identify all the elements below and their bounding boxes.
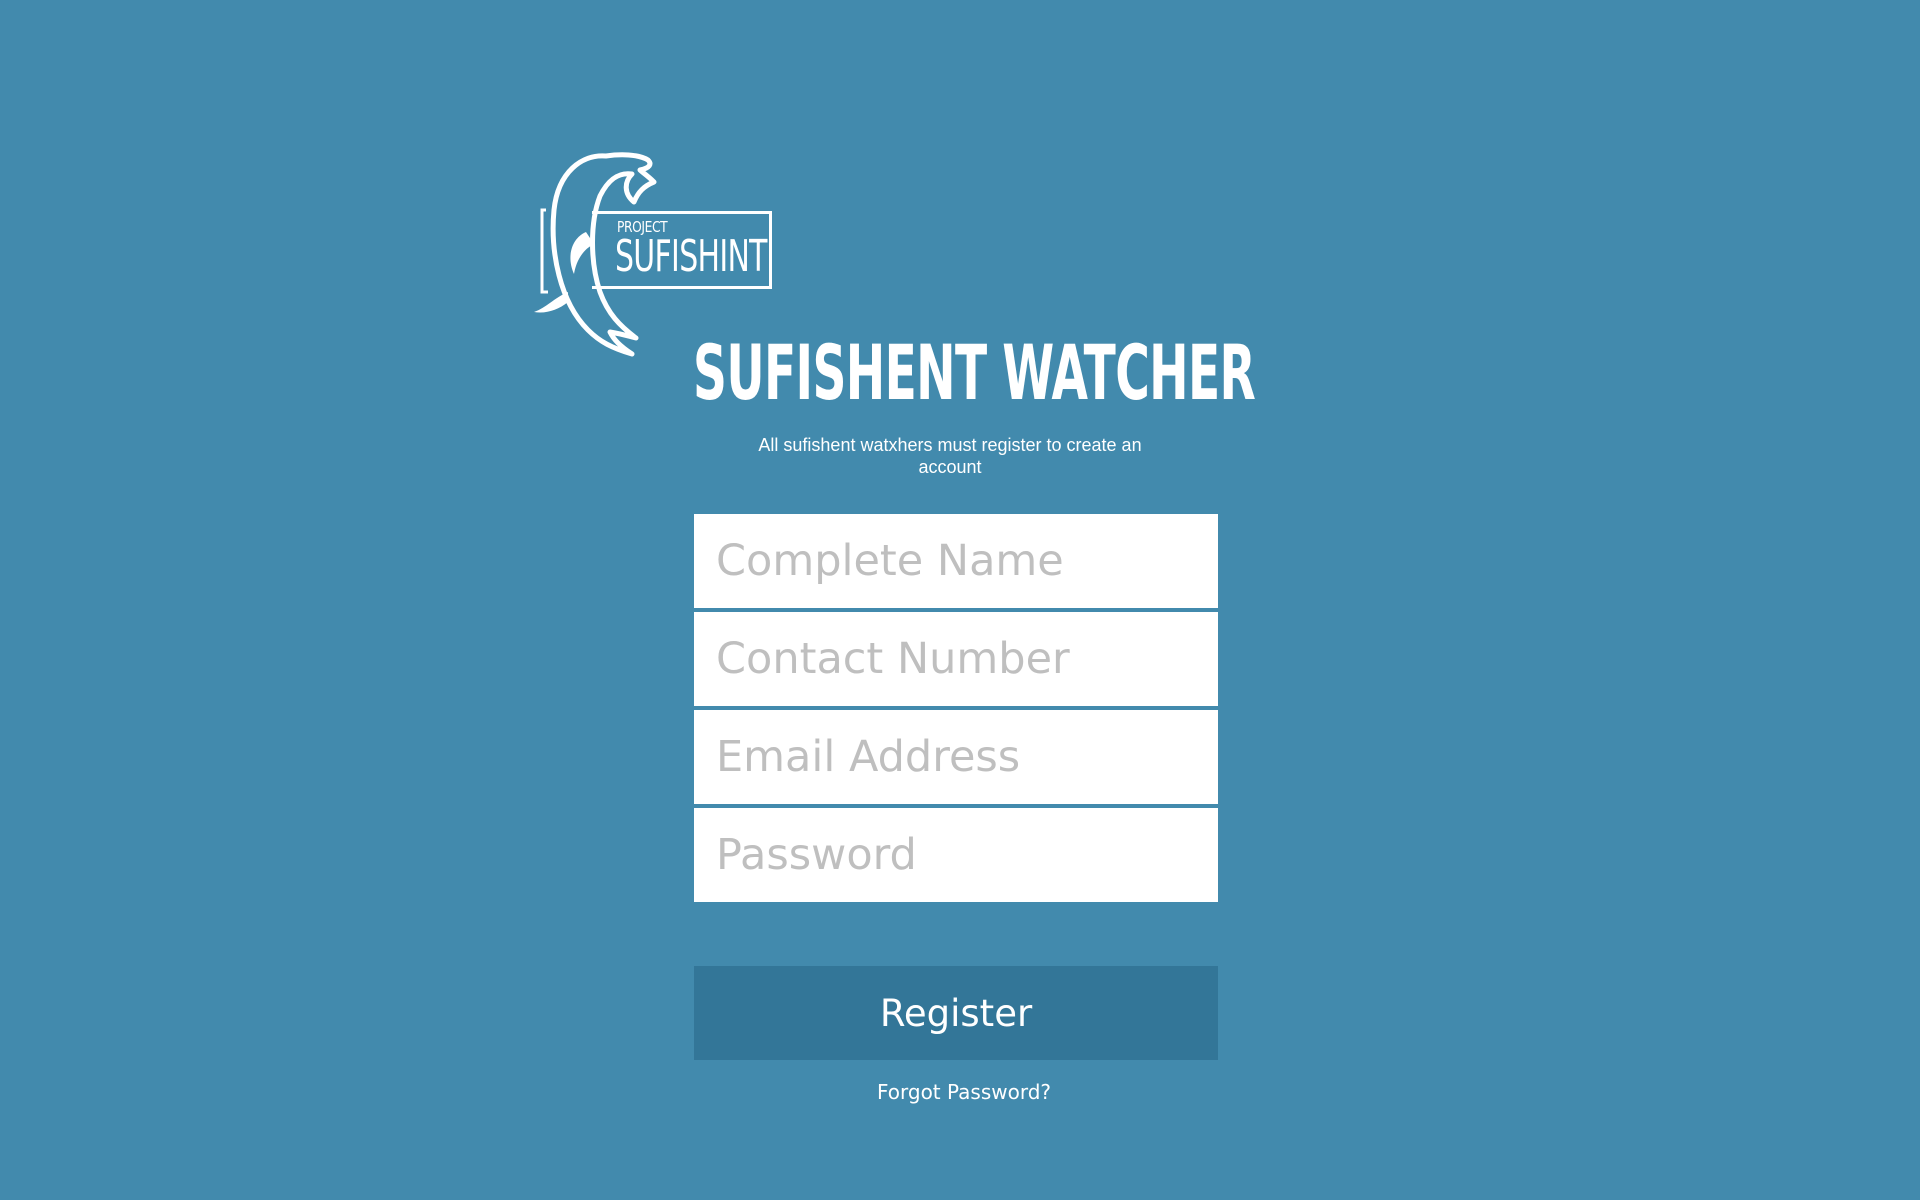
email-address-input[interactable] bbox=[694, 710, 1218, 804]
register-button[interactable]: Register bbox=[694, 966, 1218, 1060]
logo-brand-text: SUFISHINT bbox=[615, 231, 767, 282]
password-input[interactable] bbox=[694, 808, 1218, 902]
contact-number-input[interactable] bbox=[694, 612, 1218, 706]
register-form bbox=[694, 514, 1218, 906]
page-title: SUFISHENT WATCHER bbox=[693, 328, 1256, 417]
page-subtitle: All sufishent watxhers must register to … bbox=[758, 435, 1142, 477]
forgot-password-link[interactable]: Forgot Password? bbox=[694, 1080, 1234, 1104]
complete-name-input[interactable] bbox=[694, 514, 1218, 608]
